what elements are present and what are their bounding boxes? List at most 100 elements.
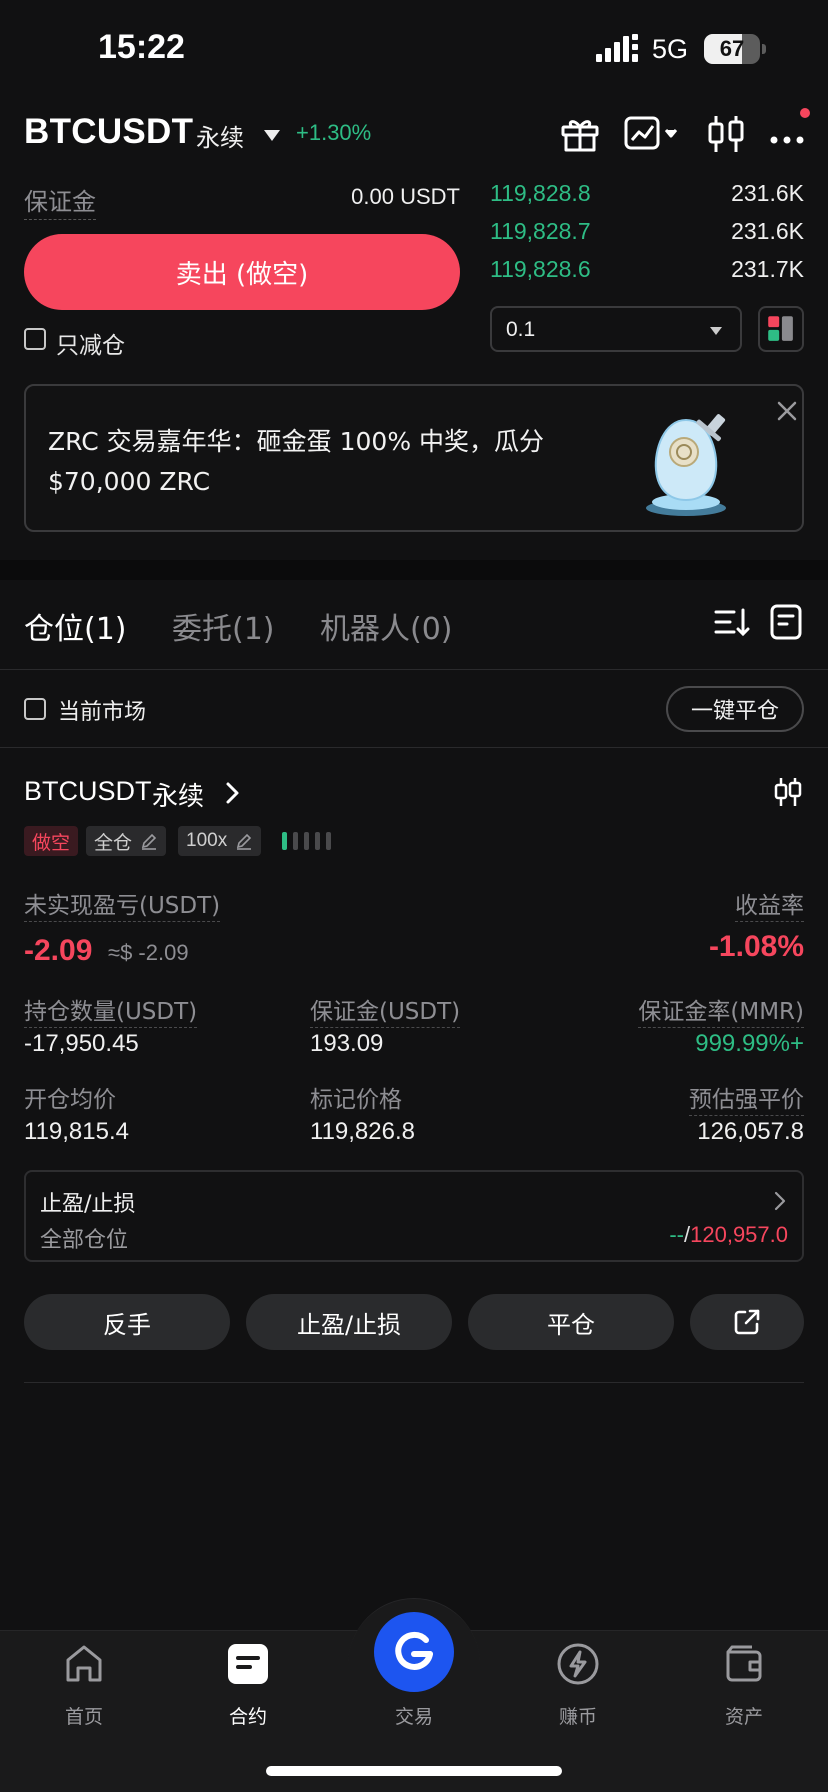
- unrealized-pnl-label: 未实现盈亏(USDT): [24, 886, 221, 922]
- mark-price-label: 标记价格: [310, 1087, 402, 1113]
- share-button[interactable]: [690, 1294, 804, 1350]
- wallet-icon: [726, 1645, 762, 1682]
- position-tabs: 仓位(1) 委托(1) 机器人(0): [0, 580, 828, 670]
- margin-value: 0.00 USDT: [351, 184, 460, 209]
- adl-indicator-icon: [282, 832, 331, 850]
- margin-label: 保证金: [24, 182, 96, 220]
- orderbook-row[interactable]: 119,828.8 231.6K: [490, 180, 804, 212]
- side-tag-label: 做空: [32, 831, 71, 854]
- symbol-title[interactable]: BTCUSDT: [24, 112, 193, 152]
- notification-dot: [800, 108, 810, 118]
- entry-price-label: 开仓均价: [24, 1087, 116, 1113]
- close-position-button[interactable]: 平仓: [468, 1294, 674, 1350]
- golden-egg-illustration: [646, 414, 726, 516]
- trade-logo-icon: [395, 1631, 433, 1670]
- tpsl-panel[interactable]: 止盈/止损 全部仓位 --/120,957.0: [24, 1170, 804, 1262]
- margin-mode-tag[interactable]: 全仓: [86, 826, 167, 856]
- chevron-right-icon[interactable]: [222, 780, 242, 806]
- current-market-label[interactable]: 当前市场: [58, 694, 146, 726]
- current-market-checkbox[interactable]: [24, 698, 46, 720]
- orderbook-size: 231.6K: [731, 218, 804, 244]
- nav-earn-label: 赚币: [558, 1706, 597, 1728]
- futures-icon: [228, 1644, 268, 1684]
- margin-mode-label: 全仓: [94, 831, 133, 854]
- orderbook-size: 231.7K: [731, 256, 804, 282]
- tpsl-button[interactable]: 止盈/止损: [246, 1294, 452, 1350]
- roe-value: -1.08%: [708, 930, 804, 963]
- tpsl-values: --/120,957.0: [669, 1222, 788, 1248]
- share-icon: [734, 1309, 760, 1335]
- nav-trade-button[interactable]: [374, 1612, 454, 1692]
- tab-positions[interactable]: 仓位(1): [24, 604, 127, 648]
- gift-icon[interactable]: [558, 112, 602, 156]
- position-size-value: -17,950.45: [24, 1030, 139, 1057]
- position-symbol[interactable]: BTCUSDT: [24, 776, 152, 807]
- sort-icon[interactable]: [712, 602, 752, 642]
- battery-level: 67: [719, 36, 745, 61]
- chevron-right-icon: [774, 1191, 786, 1211]
- candlestick-icon[interactable]: [704, 112, 748, 156]
- card-divider: [24, 1382, 804, 1383]
- unrealized-pnl-usd: ≈$ -2.09: [108, 940, 189, 965]
- quantity-value: 0.1: [506, 318, 536, 341]
- nav-assets-label: 资产: [724, 1706, 763, 1728]
- tab-bots[interactable]: 机器人(0): [320, 604, 453, 648]
- orderbook-price: 119,828.8: [490, 180, 591, 206]
- close-all-button[interactable]: 一键平仓: [666, 686, 804, 732]
- unrealized-pnl-value: -2.09: [24, 934, 93, 967]
- position-contract-type[interactable]: 永续: [152, 776, 204, 813]
- nav-futures[interactable]: 合约: [188, 1642, 308, 1742]
- quantity-select[interactable]: 0.1: [490, 306, 742, 352]
- status-time: 15:22: [98, 28, 185, 66]
- home-indicator: [266, 1766, 562, 1776]
- tpsl-title: 止盈/止损: [40, 1192, 136, 1217]
- history-document-icon[interactable]: [766, 602, 806, 642]
- entry-price-value: 119,815.4: [24, 1118, 129, 1145]
- home-icon: [66, 1645, 102, 1682]
- chart-type-icon[interactable]: [622, 112, 682, 156]
- sell-short-button[interactable]: 卖出 (做空): [24, 234, 460, 310]
- contract-type[interactable]: 永续: [196, 118, 244, 153]
- network-label: 5G: [652, 34, 689, 64]
- promo-banner[interactable]: ZRC 交易嘉年华：砸金蛋 100% 中奖，瓜分 $70,000 ZRC: [24, 384, 804, 532]
- stop-loss-value: 120,957.0: [690, 1222, 788, 1247]
- nav-home-label: 首页: [64, 1706, 103, 1728]
- side-tag: 做空: [24, 826, 79, 856]
- orderbook-price: 119,828.6: [490, 256, 591, 282]
- liquidation-price-value: 126,057.8: [697, 1118, 804, 1145]
- mark-price-value: 119,826.8: [310, 1118, 415, 1145]
- leverage-label: 100x: [186, 830, 228, 851]
- orderbook-price: 119,828.7: [490, 218, 591, 244]
- mmr-label: 保证金率(MMR): [638, 992, 804, 1028]
- edit-icon: [237, 833, 252, 850]
- nav-home[interactable]: 首页: [24, 1642, 144, 1742]
- reduce-only-checkbox[interactable]: [24, 328, 46, 350]
- leverage-tag[interactable]: 100x: [178, 826, 262, 856]
- battery-icon: 67: [704, 34, 766, 64]
- signal-icon: [596, 34, 638, 62]
- nav-futures-label: 合约: [228, 1706, 267, 1728]
- orderbook-row[interactable]: 119,828.6 231.7K: [490, 256, 804, 288]
- roe-label: 收益率: [735, 886, 804, 922]
- status-bar: 15:22 5G 67: [0, 0, 828, 100]
- position-margin-value: 193.09: [310, 1030, 384, 1057]
- nav-trade-label[interactable]: 交易: [354, 1702, 474, 1729]
- reverse-button[interactable]: 反手: [24, 1294, 230, 1350]
- header: BTCUSDT 永续 +1.30%: [0, 104, 828, 164]
- earn-icon: [557, 1643, 599, 1685]
- position-size-label: 持仓数量(USDT): [24, 992, 198, 1028]
- nav-assets[interactable]: 资产: [684, 1642, 804, 1742]
- caret-down-icon[interactable]: [264, 130, 280, 141]
- mmr-value: 999.99%+: [695, 1030, 804, 1057]
- caret-down-icon: [710, 327, 722, 335]
- candlestick-icon[interactable]: [772, 776, 804, 808]
- more-icon[interactable]: [766, 112, 810, 156]
- close-icon[interactable]: [774, 398, 800, 424]
- reduce-only-label[interactable]: 只减仓: [56, 326, 125, 360]
- orderbook-row[interactable]: 119,828.7 231.6K: [490, 218, 804, 250]
- nav-earn[interactable]: 赚币: [518, 1642, 638, 1742]
- orderbook-layout-icon[interactable]: [758, 306, 804, 352]
- promo-banner-text: ZRC 交易嘉年华：砸金蛋 100% 中奖，瓜分 $70,000 ZRC: [48, 427, 545, 496]
- tab-orders[interactable]: 委托(1): [172, 604, 275, 648]
- position-margin-label: 保证金(USDT): [310, 992, 461, 1028]
